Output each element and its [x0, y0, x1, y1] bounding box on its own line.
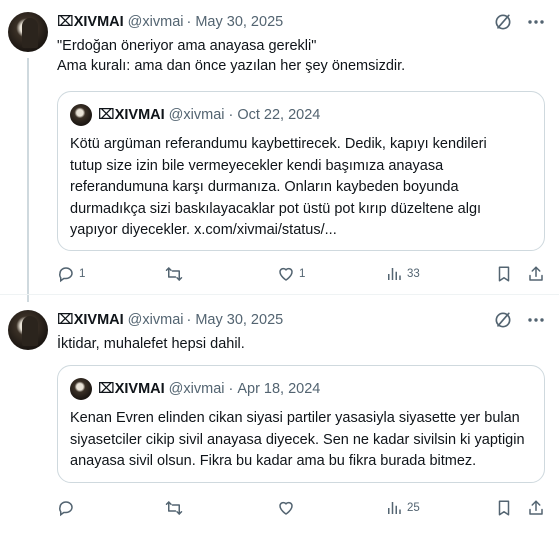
- share-icon: [529, 266, 543, 281]
- views-icon: [388, 268, 401, 280]
- separator-dot: ·: [186, 14, 192, 30]
- repost-icon: [165, 501, 183, 515]
- quote-date: Apr 18, 2024: [237, 381, 321, 397]
- quote-author-handle: @xivmai: [168, 107, 225, 123]
- quote-avatar: [70, 104, 92, 126]
- avatar[interactable]: [8, 310, 48, 350]
- quote-text-line: durmadıkça sizi baskılayacaklar pot üstü…: [70, 200, 482, 217]
- bookmark-icon: [498, 500, 510, 516]
- quote-author-name: ⌧XIVMAI: [98, 381, 165, 397]
- reply-icon: [59, 501, 73, 517]
- quote-text-line: yapıyor diyecekler. x.com/xivmai/status/…: [70, 222, 337, 238]
- action-bar: 25: [57, 498, 547, 518]
- more-icon[interactable]: [527, 12, 545, 32]
- tweet-text: "Erdoğan öneriyor ama anayasa gerekli" A…: [57, 36, 405, 76]
- thread-line: [27, 58, 29, 302]
- tweet-text-line: "Erdoğan öneriyor ama anayasa gerekli": [57, 38, 317, 54]
- action-bar: 1 1 33: [57, 264, 547, 284]
- quote-header: ⌧XIVMAI @xivmai · Oct 22, 2024: [70, 104, 320, 126]
- quoted-tweet[interactable]: ⌧XIVMAI @xivmai · Apr 18, 2024 Kenan Evr…: [57, 365, 545, 483]
- tweet-text-line: Ama kuralı: ama dan önce yazılan her şey…: [57, 58, 406, 74]
- like-button[interactable]: 1: [277, 264, 305, 284]
- avatar[interactable]: [8, 12, 48, 52]
- quote-text-line: Kenan Evren elinden cikan siyasi partile…: [70, 410, 520, 426]
- bookmark-icon: [498, 266, 510, 282]
- tweet-header: ⌧XIVMAI @xivmai · May 30, 2025: [57, 12, 283, 32]
- bookmark-button[interactable]: [495, 498, 513, 518]
- tweet[interactable]: ⌧XIVMAI @xivmai · May 30, 2025 İktidar, …: [0, 294, 559, 534]
- quote-author-name: ⌧XIVMAI: [98, 107, 165, 123]
- quote-text: Kenan Evren elinden cikan siyasi partile…: [70, 408, 536, 473]
- author-name[interactable]: ⌧XIVMAI: [57, 312, 124, 328]
- tweet-date[interactable]: May 30, 2025: [195, 14, 283, 30]
- repost-button[interactable]: [164, 264, 188, 284]
- tweet[interactable]: ⌧XIVMAI @xivmai · May 30, 2025 "Erdoğan …: [0, 0, 559, 302]
- quote-text-line: Kötü argüman referandumu kaybettirecek. …: [70, 136, 487, 152]
- quote-avatar: [70, 378, 92, 400]
- views-icon: [388, 502, 401, 514]
- reply-button[interactable]: [57, 498, 79, 518]
- separator-dot: ·: [228, 107, 234, 123]
- like-icon: [279, 267, 293, 281]
- separator-dot: ·: [228, 381, 234, 397]
- author-handle[interactable]: @xivmai: [128, 14, 184, 30]
- repost-button[interactable]: [164, 498, 188, 518]
- views-button[interactable]: 25: [385, 498, 420, 518]
- share-button[interactable]: [527, 264, 545, 284]
- tweet-text: İktidar, muhalefet hepsi dahil.: [57, 334, 245, 354]
- views-button[interactable]: 33: [385, 264, 420, 284]
- quoted-tweet[interactable]: ⌧XIVMAI @xivmai · Oct 22, 2024 Kötü argü…: [57, 91, 545, 251]
- quote-text-line: tutup size izin bile vermeyecekler kendi…: [70, 157, 444, 174]
- grok-icon[interactable]: [493, 310, 513, 330]
- quote-text-line: anayasa sivil olsun. Fikra bu kadar ama …: [70, 453, 477, 469]
- separator-dot: ·: [186, 312, 192, 328]
- reply-count: 1: [79, 268, 86, 280]
- like-icon: [279, 501, 293, 515]
- views-count: 33: [407, 268, 420, 280]
- views-count: 25: [407, 502, 420, 514]
- share-icon: [529, 500, 543, 515]
- grok-icon[interactable]: [493, 12, 513, 32]
- quote-author-handle: @xivmai: [168, 381, 225, 397]
- bookmark-button[interactable]: [495, 264, 513, 284]
- tweet-header: ⌧XIVMAI @xivmai · May 30, 2025: [57, 310, 283, 330]
- tweet-date[interactable]: May 30, 2025: [195, 312, 283, 328]
- like-count: 1: [299, 268, 306, 280]
- quote-date: Oct 22, 2024: [237, 107, 321, 123]
- author-name[interactable]: ⌧XIVMAI: [57, 14, 124, 30]
- tweet-text-line: İktidar, muhalefet hepsi dahil.: [57, 336, 245, 352]
- reply-icon: [59, 267, 73, 283]
- repost-icon: [165, 267, 183, 281]
- quote-text: Kötü argüman referandumu kaybettirecek. …: [70, 134, 536, 242]
- reply-button[interactable]: 1: [57, 264, 85, 284]
- more-icon[interactable]: [527, 310, 545, 330]
- share-button[interactable]: [527, 498, 545, 518]
- quote-text-line: siyasetciler cikip sivil anayasa diyecek…: [70, 431, 525, 448]
- quote-text-line: referandumuna karşı durmanıza. Onların k…: [70, 179, 459, 195]
- quote-header: ⌧XIVMAI @xivmai · Apr 18, 2024: [70, 378, 320, 400]
- like-button[interactable]: [277, 498, 299, 518]
- author-handle[interactable]: @xivmai: [128, 312, 184, 328]
